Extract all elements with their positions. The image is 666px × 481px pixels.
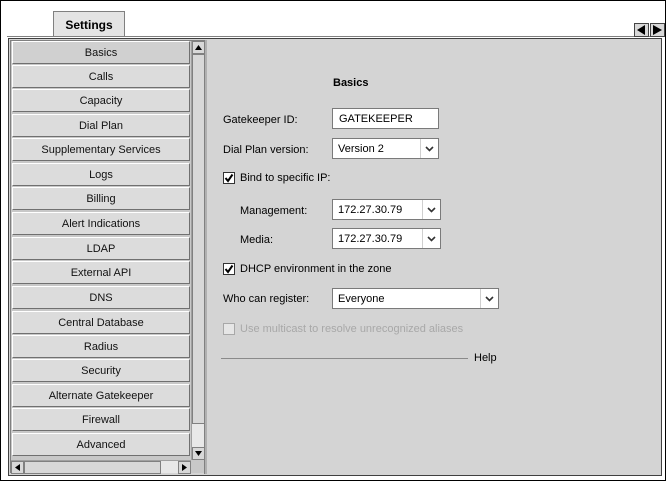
sidebar-item-label: Billing xyxy=(86,192,116,205)
sidebar-item-label: Basics xyxy=(84,46,118,59)
sidebar-item-advanced[interactable]: Advanced xyxy=(12,433,190,456)
sidebar-item-label: Supplementary Services xyxy=(41,143,161,156)
sidebar-item-central-database[interactable]: Central Database xyxy=(12,311,190,334)
multicast-checkbox[interactable]: Use multicast to resolve unrecognized al… xyxy=(223,323,463,335)
triangle-up-icon xyxy=(195,45,202,50)
sidebar-item-firewall[interactable]: Firewall xyxy=(12,408,190,431)
sidebar-item-dns[interactable]: DNS xyxy=(12,286,190,309)
bind-ip-label: Bind to specific IP: xyxy=(240,172,331,184)
panel-splitter[interactable] xyxy=(204,40,207,474)
page-title: Basics xyxy=(333,77,369,89)
checkmark-icon xyxy=(224,264,234,274)
checkmark-icon xyxy=(224,173,234,183)
media-label: Media: xyxy=(240,234,274,246)
sidebar-item-label: Firewall xyxy=(82,413,120,426)
sidebar-item-logs[interactable]: Logs xyxy=(12,163,190,186)
chevron-down-icon xyxy=(422,200,440,219)
scroll-right-button[interactable] xyxy=(178,461,191,474)
sidebar-item-label: Radius xyxy=(83,340,119,353)
sidebar-item-label: LDAP xyxy=(86,242,116,255)
help-link[interactable]: Help xyxy=(474,352,497,364)
sidebar-item-label: Dial Plan xyxy=(78,119,124,132)
sidebar: Basics Calls Capacity Dial Plan Suppleme… xyxy=(10,40,205,474)
help-divider xyxy=(221,358,468,359)
sidebar-item-alert-indications[interactable]: Alert Indications xyxy=(12,212,190,235)
sidebar-item-label: External API xyxy=(70,266,132,279)
sidebar-item-label: Security xyxy=(81,364,121,377)
gatekeeper-id-input[interactable] xyxy=(332,108,439,129)
triangle-down-icon xyxy=(195,451,202,456)
management-ip-select[interactable]: 172.27.30.79 xyxy=(332,199,441,220)
sidebar-item-dial-plan[interactable]: Dial Plan xyxy=(12,114,190,137)
settings-window: Settings Basics Calls Capacity Dial Plan… xyxy=(0,0,666,481)
sidebar-item-label: Alert Indications xyxy=(61,217,141,230)
sidebar-item-basics[interactable]: Basics xyxy=(12,41,190,64)
sidebar-item-label: Calls xyxy=(88,70,114,83)
bind-ip-checkbox[interactable]: Bind to specific IP: xyxy=(223,172,331,184)
multicast-label: Use multicast to resolve unrecognized al… xyxy=(240,323,464,335)
sidebar-item-label: DNS xyxy=(89,291,113,304)
tab-settings[interactable]: Settings xyxy=(53,11,125,37)
dhcp-checkbox[interactable]: DHCP environment in the zone xyxy=(223,263,391,275)
who-can-register-value: Everyone xyxy=(338,292,385,305)
sidebar-item-label: Central Database xyxy=(58,316,144,329)
nav-next-button[interactable] xyxy=(650,23,665,37)
sidebar-item-capacity[interactable]: Capacity xyxy=(12,89,190,112)
nav-prev-button[interactable] xyxy=(634,23,649,37)
checkbox-box xyxy=(223,172,235,184)
sidebar-item-external-api[interactable]: External API xyxy=(12,261,190,284)
tab-strip-divider xyxy=(7,36,662,37)
checkbox-box xyxy=(223,323,235,335)
sidebar-item-radius[interactable]: Radius xyxy=(12,335,190,358)
management-label: Management: xyxy=(240,205,308,217)
dial-plan-version-select[interactable]: Version 2 xyxy=(332,138,439,159)
sidebar-item-calls[interactable]: Calls xyxy=(12,65,190,88)
chevron-down-icon xyxy=(480,289,498,308)
checkbox-box xyxy=(223,263,235,275)
dhcp-label: DHCP environment in the zone xyxy=(240,263,392,275)
horizontal-scroll-thumb[interactable] xyxy=(24,461,161,474)
dial-plan-version-value: Version 2 xyxy=(338,142,384,155)
sidebar-item-security[interactable]: Security xyxy=(12,359,190,382)
sidebar-item-billing[interactable]: Billing xyxy=(12,187,190,210)
basics-content-pane: Basics Gatekeeper ID: Dial Plan version:… xyxy=(208,40,660,474)
management-ip-value: 172.27.30.79 xyxy=(338,203,403,216)
sidebar-vertical-scrollbar[interactable] xyxy=(191,41,205,460)
sidebar-item-label: Alternate Gatekeeper xyxy=(48,389,154,402)
sidebar-item-supplementary-services[interactable]: Supplementary Services xyxy=(12,138,190,161)
chevron-down-icon xyxy=(420,139,438,158)
media-ip-select[interactable]: 172.27.30.79 xyxy=(332,228,441,249)
sidebar-horizontal-scrollbar[interactable] xyxy=(11,460,191,474)
who-can-register-select[interactable]: Everyone xyxy=(332,288,499,309)
sidebar-item-alternate-gatekeeper[interactable]: Alternate Gatekeeper xyxy=(12,384,190,407)
gatekeeper-id-label: Gatekeeper ID: xyxy=(223,114,298,126)
triangle-right-icon xyxy=(182,464,187,471)
sidebar-item-label: Capacity xyxy=(79,94,123,107)
sidebar-item-ldap[interactable]: LDAP xyxy=(12,237,190,260)
media-ip-value: 172.27.30.79 xyxy=(338,232,403,245)
who-can-register-label: Who can register: xyxy=(223,293,310,305)
triangle-right-icon xyxy=(653,25,662,35)
triangle-left-icon xyxy=(637,25,645,35)
dial-plan-version-label: Dial Plan version: xyxy=(223,144,309,156)
scroll-left-button[interactable] xyxy=(11,461,24,474)
sidebar-item-label: Logs xyxy=(89,168,113,181)
sidebar-item-label: Advanced xyxy=(76,438,126,451)
tab-navigation xyxy=(634,23,666,37)
sidebar-list: Basics Calls Capacity Dial Plan Suppleme… xyxy=(11,41,191,460)
chevron-down-icon xyxy=(422,229,440,248)
tab-settings-label: Settings xyxy=(65,17,113,32)
scrollbar-corner xyxy=(191,460,204,473)
triangle-left-icon xyxy=(15,464,20,471)
